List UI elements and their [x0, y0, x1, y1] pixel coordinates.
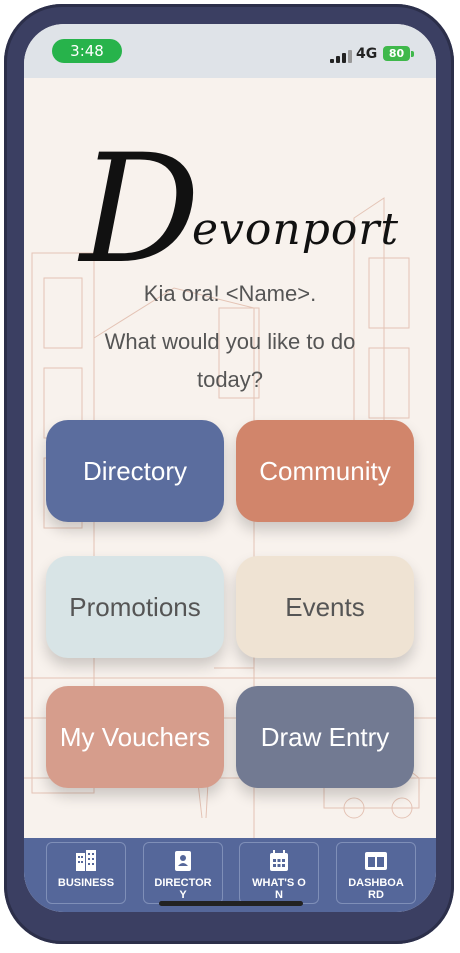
community-button[interactable]: Community — [236, 420, 414, 522]
status-time: 3:48 — [52, 39, 122, 63]
logo-initial: D — [80, 123, 201, 297]
battery-icon: 80 — [383, 46, 410, 61]
nav-directory[interactable]: DIRECTORY — [143, 842, 223, 904]
calendar-icon — [270, 850, 288, 871]
signal-icon — [330, 49, 352, 63]
promotions-button[interactable]: Promotions — [46, 556, 224, 658]
nav-business[interactable]: BUSINESS — [46, 842, 126, 904]
greeting-text: Kia ora! <Name>. — [143, 281, 317, 306]
nav-business-label: BUSINESS — [57, 877, 115, 889]
draw-entry-button[interactable]: Draw Entry — [236, 686, 414, 788]
devonport-logo: D evonport — [80, 123, 398, 297]
nav-whats-on[interactable]: WHAT'S ON — [239, 842, 319, 904]
dashboard-icon — [365, 852, 387, 870]
network-type: 4G — [356, 46, 378, 62]
my-vouchers-button[interactable]: My Vouchers — [46, 686, 224, 788]
battery-tip — [411, 51, 414, 57]
battery-level: 80 — [388, 47, 405, 60]
nav-directory-label: DIRECTORY — [154, 877, 212, 901]
logo-text: evonport — [192, 204, 400, 255]
events-button[interactable]: Events — [236, 556, 414, 658]
nav-dashboard[interactable]: DASHBOARD — [336, 842, 416, 904]
nav-whats-on-label: WHAT'S ON — [252, 877, 306, 901]
building-icon — [76, 850, 96, 871]
app-screen: 3:48 4G 80 D evonport Kia ora! <Name>. W… — [24, 24, 436, 912]
home-content: D evonport Kia ora! <Name>. What would y… — [24, 78, 436, 838]
home-indicator[interactable] — [159, 901, 303, 906]
status-bar: 3:48 4G 80 — [24, 24, 436, 78]
prompt-question: What would you like to do today? — [104, 329, 356, 392]
directory-button[interactable]: Directory — [46, 420, 224, 522]
nav-dashboard-label: DASHBOARD — [348, 877, 404, 901]
contact-book-icon — [175, 851, 191, 871]
